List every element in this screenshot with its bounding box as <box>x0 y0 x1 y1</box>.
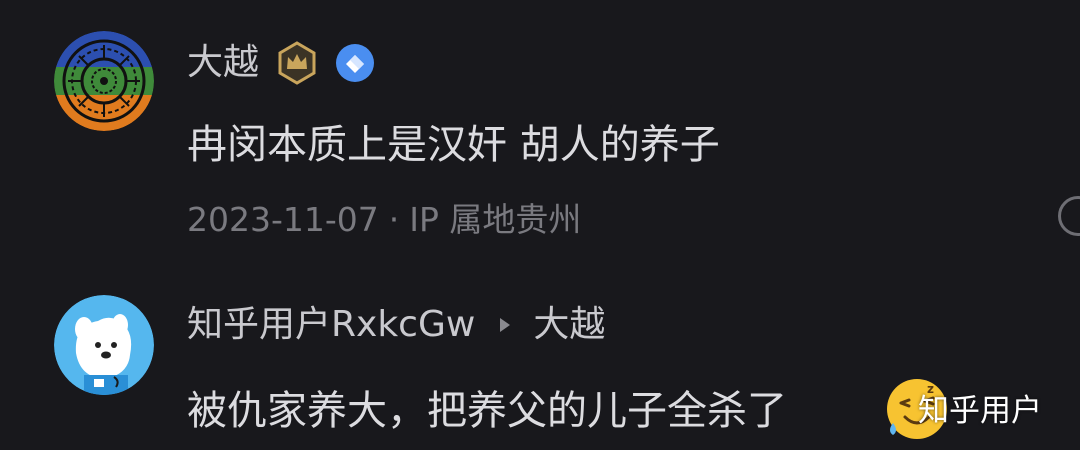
comment-text: 冉闵本质上是汉奸 胡人的养子 <box>187 122 720 168</box>
comment-date: 2023-11-07 <box>187 200 379 239</box>
watermark: 知乎用户 <box>918 393 1042 429</box>
ip-location: IP 属地贵州 <box>409 200 582 239</box>
verified-badge-icon[interactable] <box>335 43 375 83</box>
avatar[interactable] <box>54 295 154 395</box>
meta-separator: · <box>388 200 400 239</box>
reply-arrow-icon <box>499 317 511 333</box>
avatar-image <box>54 31 154 131</box>
comment-list: 大越 冉闵本质上是汉奸 胡人的养子 2023-11-07 · IP 属地贵州 知… <box>0 0 1080 450</box>
comment-item: 大越 冉闵本质上是汉奸 胡人的养子 2023-11-07 · IP 属地贵州 <box>0 0 1080 270</box>
author-row: 知乎用户RxkcGw 大越 <box>187 295 605 355</box>
avatar[interactable] <box>54 31 154 131</box>
author-name[interactable]: 知乎用户RxkcGw <box>187 295 475 355</box>
comment-text: 被仇家养大，把养父的儿子全杀了 <box>187 388 787 434</box>
comment-meta: 2023-11-07 · IP 属地贵州 <box>187 190 581 250</box>
crown-badge-icon[interactable] <box>275 41 319 85</box>
author-name[interactable]: 大越 <box>187 33 259 93</box>
author-row: 大越 <box>187 33 375 93</box>
comment-action-icon[interactable] <box>1058 196 1080 236</box>
avatar-image <box>54 295 154 395</box>
reply-to-author[interactable]: 大越 <box>533 295 605 355</box>
